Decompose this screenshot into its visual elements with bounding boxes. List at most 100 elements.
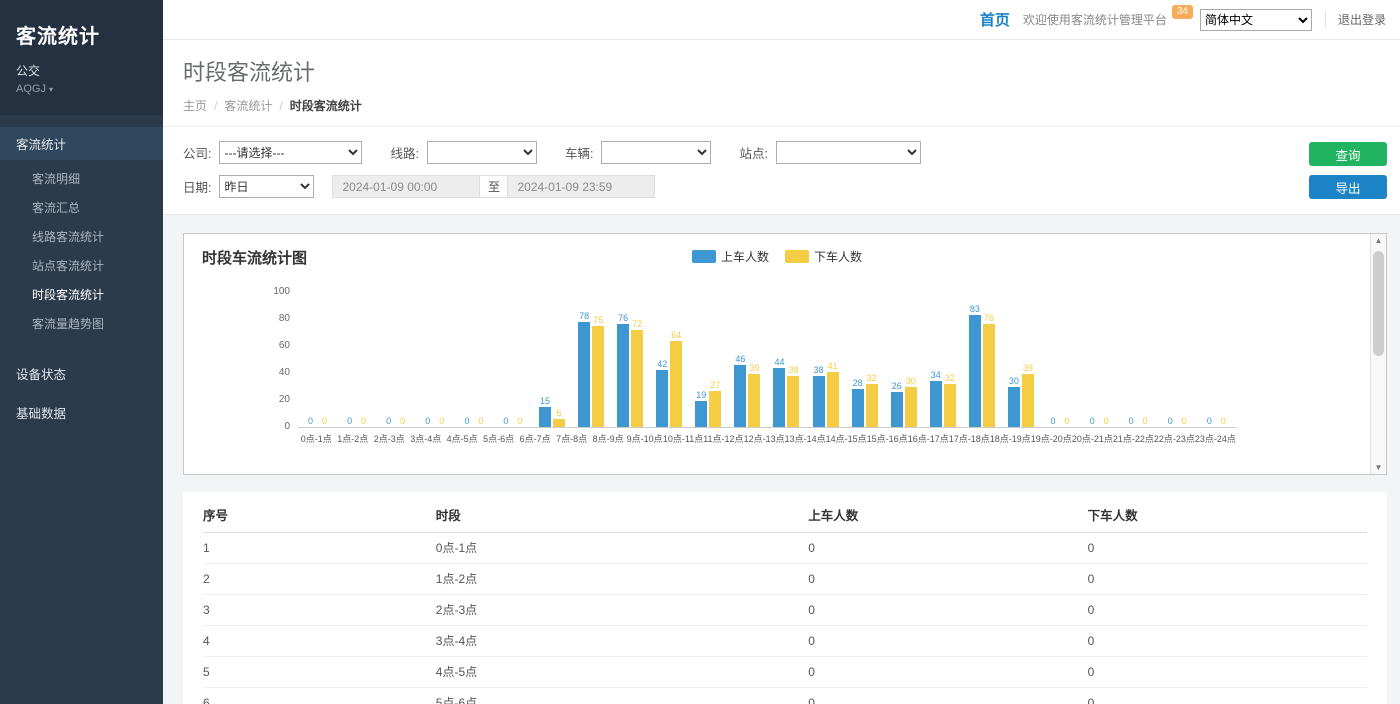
scrollbar-thumb[interactable] <box>1373 251 1384 356</box>
breadcrumb-separator: / <box>214 99 217 113</box>
bar[interactable] <box>944 384 956 427</box>
vehicle-select[interactable] <box>601 141 711 164</box>
bar[interactable] <box>748 374 760 427</box>
bar[interactable] <box>891 392 903 427</box>
user-menu[interactable]: AQGJ ▾ <box>16 83 147 95</box>
bar[interactable] <box>866 384 878 427</box>
bar-column: 0 <box>1217 416 1229 427</box>
bar-group: 1927 <box>689 293 728 427</box>
bar-column: 0 <box>1047 416 1059 427</box>
bar[interactable] <box>539 407 551 427</box>
chart-title: 时段车流统计图 <box>202 247 307 268</box>
bar-group: 00 <box>1158 293 1197 427</box>
bar[interactable] <box>592 326 604 427</box>
x-axis-label: 9点-10点 <box>626 432 662 445</box>
x-axis-label: 0点-1点 <box>298 432 334 445</box>
bar-value-label: 0 <box>1182 416 1187 426</box>
bar-column: 6 <box>553 408 565 427</box>
date-from-input[interactable] <box>332 175 480 198</box>
bar-column: 0 <box>1061 416 1073 427</box>
bar[interactable] <box>1022 374 1034 427</box>
sidebar-subitem[interactable]: 客流明细 <box>0 164 163 193</box>
cell-alighting: 0 <box>1088 595 1367 626</box>
bar[interactable] <box>827 372 839 427</box>
logout-link[interactable]: 退出登录 <box>1325 11 1386 28</box>
x-axis-label: 6点-7点 <box>517 432 553 445</box>
station-select[interactable] <box>776 141 921 164</box>
language-select[interactable]: 简体中文 <box>1200 9 1312 31</box>
data-table: 序号 时段 上车人数 下车人数 1 0点-1点 0 <box>203 496 1367 704</box>
bar-column: 38 <box>787 365 799 427</box>
bar-value-label: 0 <box>347 416 352 426</box>
x-axis-label: 15点-16点 <box>867 432 908 445</box>
bar-value-label: 0 <box>503 416 508 426</box>
cell-index: 3 <box>203 595 436 626</box>
bar[interactable] <box>656 370 668 427</box>
sidebar-item-base-data[interactable]: 基础数据 <box>0 393 163 432</box>
cell-alighting: 0 <box>1088 657 1367 688</box>
app-title: 客流统计 <box>16 20 147 49</box>
bar-value-label: 27 <box>710 380 720 390</box>
bar[interactable] <box>852 389 864 427</box>
scroll-down-icon[interactable]: ▼ <box>1375 463 1383 472</box>
bar[interactable] <box>787 376 799 427</box>
bar-column: 15 <box>539 396 551 427</box>
bar-group: 00 <box>298 293 337 427</box>
bar[interactable] <box>695 401 707 427</box>
bar[interactable] <box>631 330 643 427</box>
export-button[interactable]: 导出 <box>1309 175 1387 199</box>
bar-chart: 0204060801000000000000001567875767242641… <box>298 293 1236 428</box>
topbar: 首页 欢迎使用客流统计管理平台 34 简体中文 退出登录 <box>163 0 1400 40</box>
company-select[interactable]: ---请选择--- <box>219 141 362 164</box>
table-row: 6 5点-6点 0 0 <box>203 688 1367 704</box>
bar[interactable] <box>709 391 721 428</box>
bar[interactable] <box>670 341 682 427</box>
bar[interactable] <box>617 324 629 427</box>
sidebar-item-passenger-stats[interactable]: 客流统计 <box>0 127 163 160</box>
bar[interactable] <box>969 315 981 427</box>
date-to-input[interactable] <box>507 175 655 198</box>
sidebar-subitem[interactable]: 线路客流统计 <box>0 222 163 251</box>
bar-column: 0 <box>358 416 370 427</box>
bar[interactable] <box>813 376 825 427</box>
bar[interactable] <box>983 324 995 427</box>
bar-column: 0 <box>344 416 356 427</box>
bar[interactable] <box>773 368 785 427</box>
line-select[interactable] <box>427 141 537 164</box>
sidebar-submenu: 客流明细客流汇总线路客流统计站点客流统计时段客流统计客流量趋势图 <box>0 160 163 340</box>
cell-index: 4 <box>203 626 436 657</box>
bar[interactable] <box>578 322 590 427</box>
sidebar-subitem[interactable]: 站点客流统计 <box>0 251 163 280</box>
x-axis-label: 22点-23点 <box>1154 432 1195 445</box>
legend-item[interactable]: 下车人数 <box>785 248 862 265</box>
brand: 客流统计 公交 AQGJ ▾ <box>0 0 163 115</box>
bar[interactable] <box>734 365 746 427</box>
chart-scrollbar[interactable]: ▲ ▼ <box>1370 234 1386 474</box>
search-button[interactable]: 查询 <box>1309 142 1387 166</box>
sidebar-subitem[interactable]: 时段客流统计 <box>0 280 163 309</box>
bar-value-label: 0 <box>425 416 430 426</box>
bar-column: 0 <box>1086 416 1098 427</box>
bar-group: 3432 <box>923 293 962 427</box>
date-preset-select[interactable]: 昨日 <box>219 175 314 198</box>
bar-value-label: 0 <box>464 416 469 426</box>
bar-column: 0 <box>475 416 487 427</box>
home-link[interactable]: 首页 <box>980 9 1010 30</box>
bar-value-label: 30 <box>906 376 916 386</box>
breadcrumb-item[interactable]: 客流统计 <box>224 97 272 114</box>
sidebar-subitem[interactable]: 客流量趋势图 <box>0 309 163 338</box>
bar[interactable] <box>930 381 942 427</box>
bar[interactable] <box>905 387 917 428</box>
breadcrumb-item[interactable]: 主页 <box>183 97 207 114</box>
notification-badge[interactable]: 34 <box>1172 5 1193 19</box>
bar[interactable] <box>553 419 565 427</box>
sidebar-subitem[interactable]: 客流汇总 <box>0 193 163 222</box>
legend-item[interactable]: 上车人数 <box>692 248 769 265</box>
cell-boarding: 0 <box>808 657 1087 688</box>
station-label: 站点: <box>739 143 767 162</box>
bar-group: 156 <box>532 293 571 427</box>
scroll-up-icon[interactable]: ▲ <box>1375 236 1383 245</box>
bar-value-label: 0 <box>1104 416 1109 426</box>
bar[interactable] <box>1008 387 1020 428</box>
sidebar-item-device-status[interactable]: 设备状态 <box>0 354 163 393</box>
